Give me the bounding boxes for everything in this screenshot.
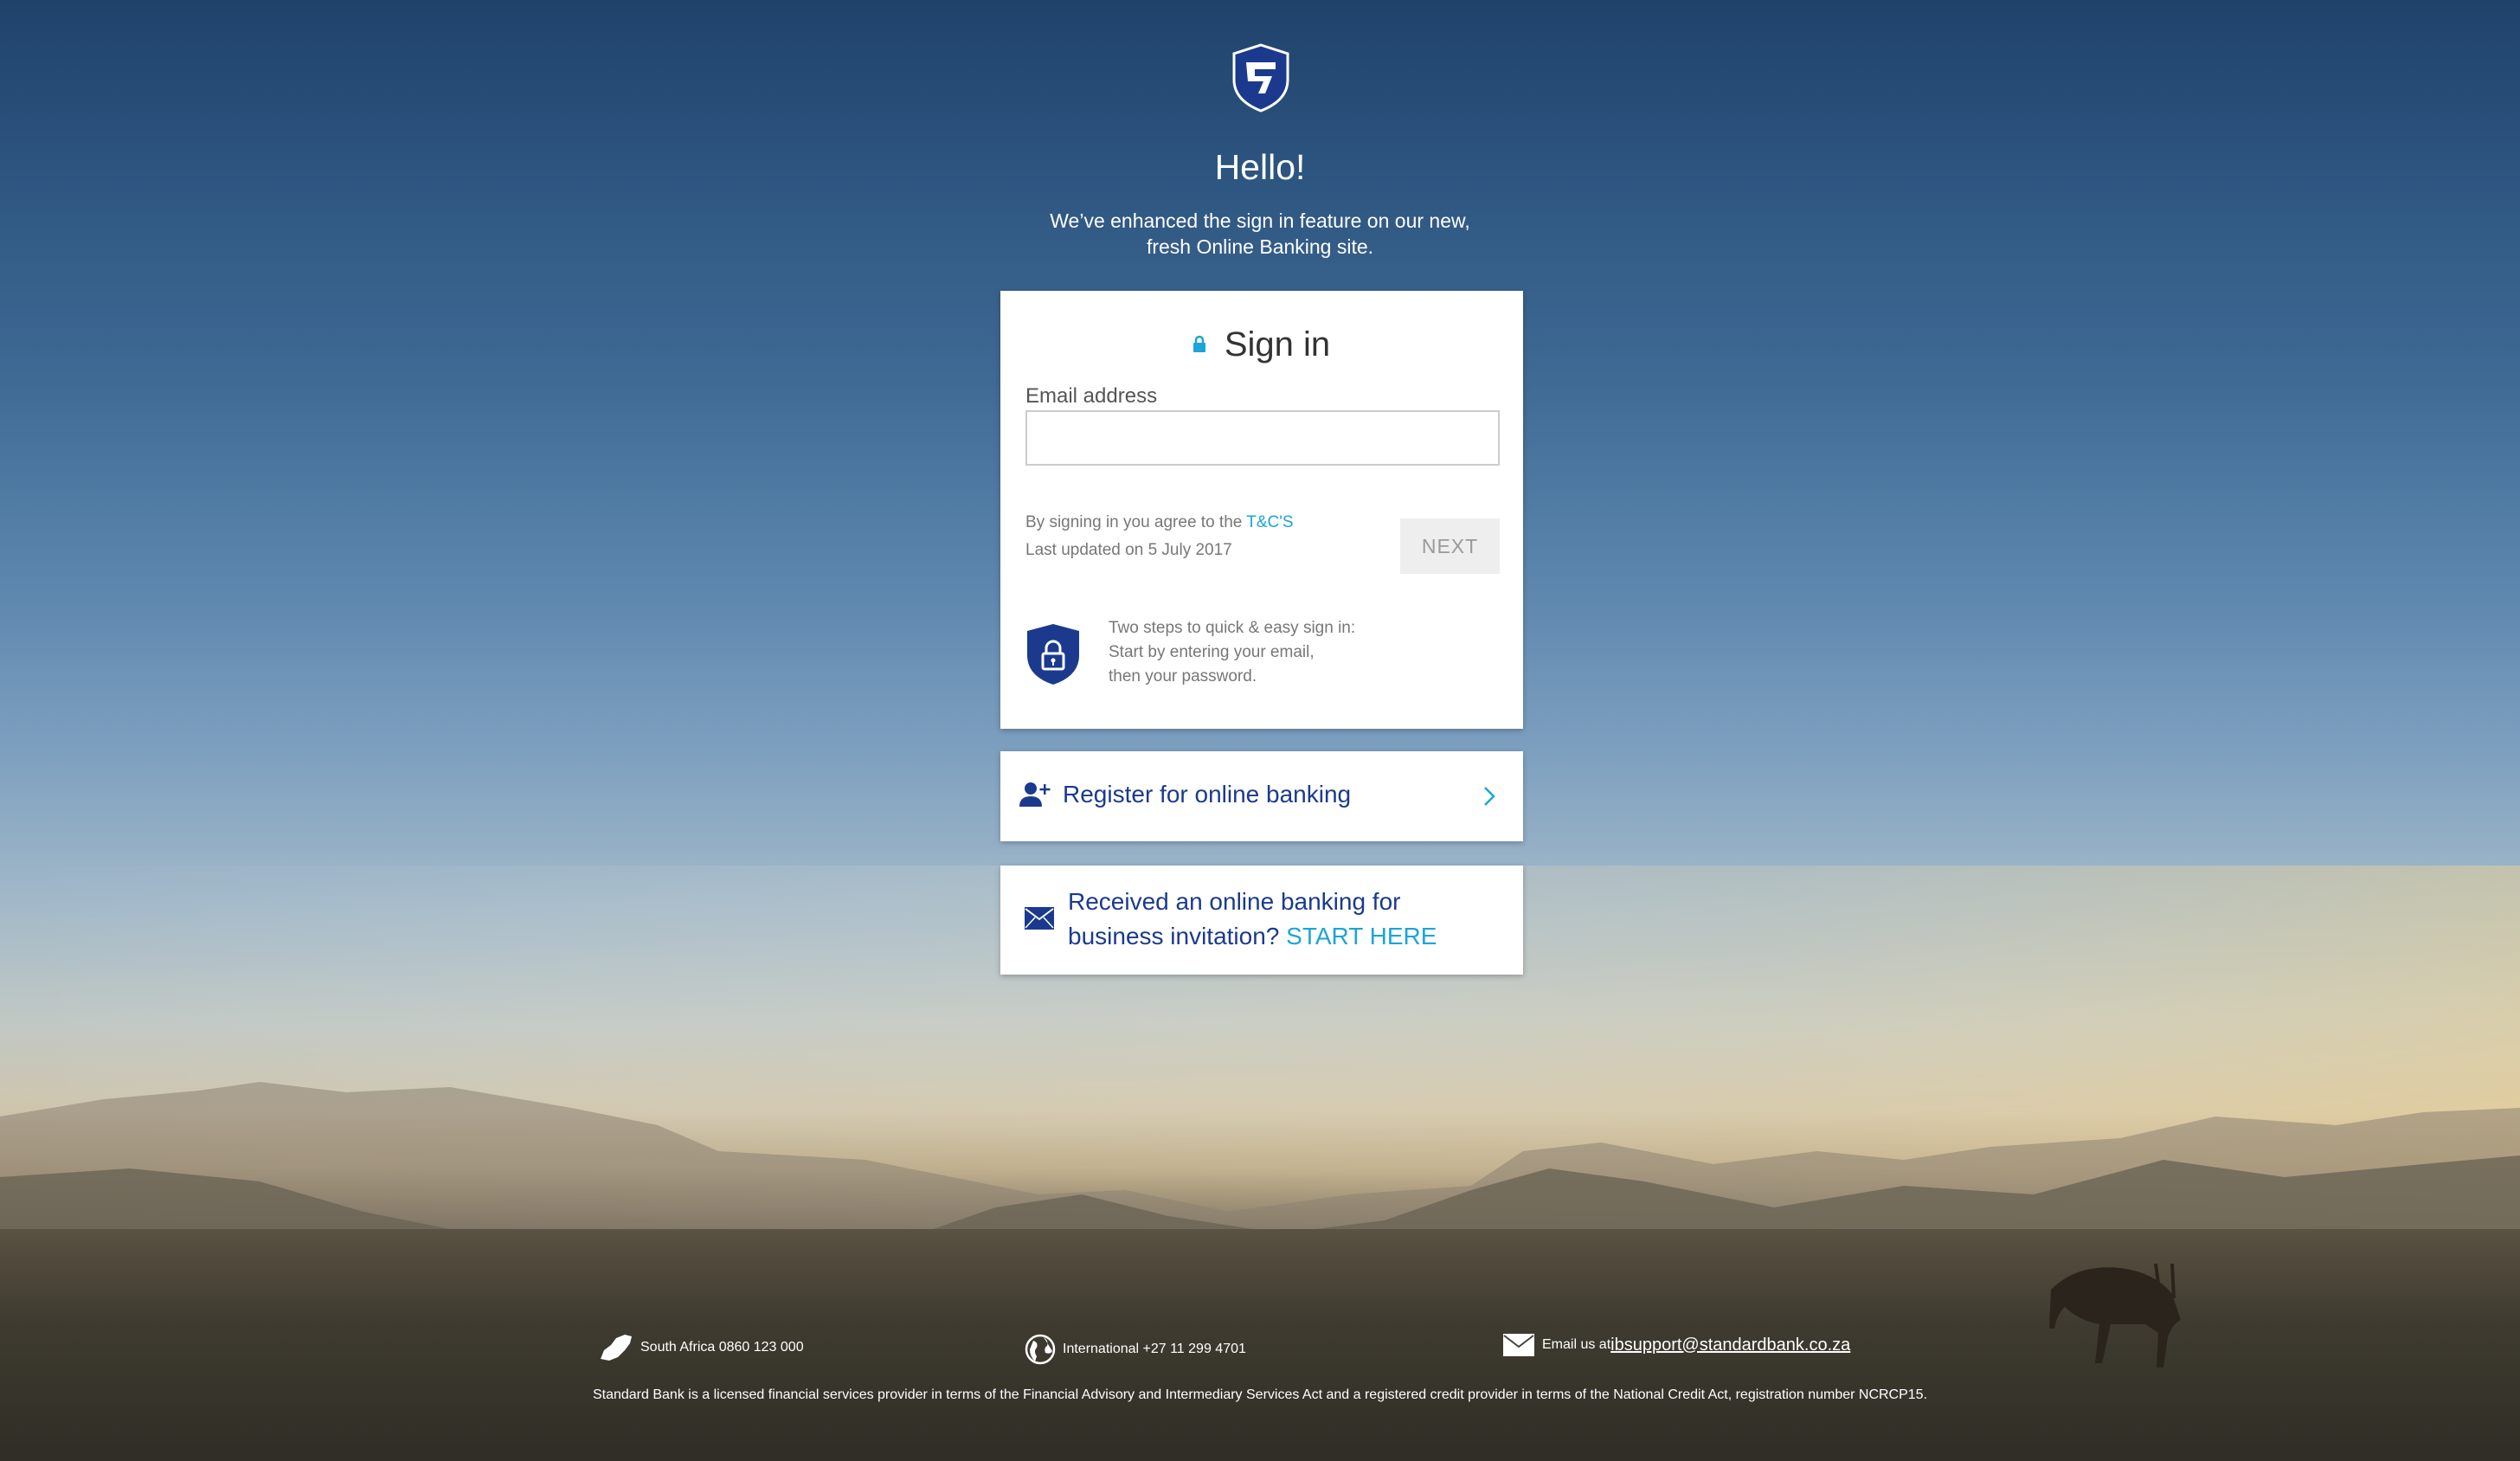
register-link-card[interactable]: Register for online banking — [1000, 751, 1523, 841]
terms-text: By signing in you agree to the T&C'S Las… — [1025, 509, 1294, 564]
sa-phone-text: South Africa 0860 123 000 — [640, 1340, 804, 1355]
chevron-right-icon — [1484, 787, 1495, 806]
steps-text: Two steps to quick & easy sign in: Start… — [1109, 616, 1355, 689]
security-shield-icon — [1027, 624, 1079, 685]
start-here-link[interactable]: START HERE — [1286, 923, 1437, 949]
terms-link[interactable]: T&C'S — [1246, 513, 1293, 531]
terms-prefix: By signing in you agree to the — [1025, 513, 1247, 531]
invitation-prefix: business invitation? — [1068, 923, 1287, 949]
bank-shield-logo — [1232, 43, 1289, 113]
terms-line: By signing in you agree to the T&C'S — [1025, 509, 1294, 537]
next-button[interactable]: NEXT — [1400, 518, 1500, 574]
lock-icon — [1192, 335, 1205, 352]
legal-disclaimer: Standard Bank is a licensed financial se… — [592, 1387, 1928, 1402]
steps-line-3: then your password. — [1109, 667, 1257, 685]
support-email-link[interactable]: ibsupport@standardbank.co.za — [1610, 1335, 1850, 1355]
footer-sa-phone: South Africa 0860 123 000 — [599, 1333, 804, 1362]
intro-text: We’ve enhanced the sign in feature on ou… — [1000, 208, 1520, 260]
last-updated: Last updated on 5 July 2017 — [1025, 541, 1232, 559]
envelope-icon — [1503, 1334, 1534, 1356]
intl-phone-text: International +27 11 299 4701 — [1063, 1342, 1246, 1356]
footer-email: Email us at ibsupport@standardbank.co.za — [1502, 1333, 1850, 1357]
footer-intl-phone: International +27 11 299 4701 — [1025, 1334, 1246, 1365]
invitation-text: Received an online banking for business … — [1068, 885, 1437, 954]
signin-title-text: Sign in — [1224, 325, 1331, 364]
invitation-line-2: business invitation? START HERE — [1068, 919, 1437, 954]
globe-icon — [1025, 1334, 1056, 1365]
intro-line-1: We’ve enhanced the sign in feature on ou… — [1050, 209, 1470, 232]
email-label: Email address — [1025, 384, 1158, 408]
email-input[interactable] — [1025, 410, 1500, 466]
business-invitation-card: Received an online banking for business … — [1000, 866, 1523, 975]
email-prefix-text: Email us at — [1542, 1337, 1611, 1352]
intro-line-2: fresh Online Banking site. — [1146, 235, 1374, 258]
envelope-icon — [1025, 907, 1054, 930]
register-label: Register for online banking — [1063, 781, 1352, 808]
signin-title: Sign in — [1000, 325, 1523, 364]
signin-card: Sign in Email address By signing in you … — [1000, 291, 1523, 729]
steps-line-1: Two steps to quick & easy sign in: — [1109, 619, 1356, 637]
steps-line-2: Start by entering your email, — [1109, 643, 1315, 661]
add-user-icon — [1019, 782, 1051, 807]
invitation-line-1: Received an online banking for — [1068, 888, 1401, 915]
greeting-heading: Hello! — [1214, 147, 1306, 187]
south-africa-map-icon — [601, 1335, 632, 1361]
